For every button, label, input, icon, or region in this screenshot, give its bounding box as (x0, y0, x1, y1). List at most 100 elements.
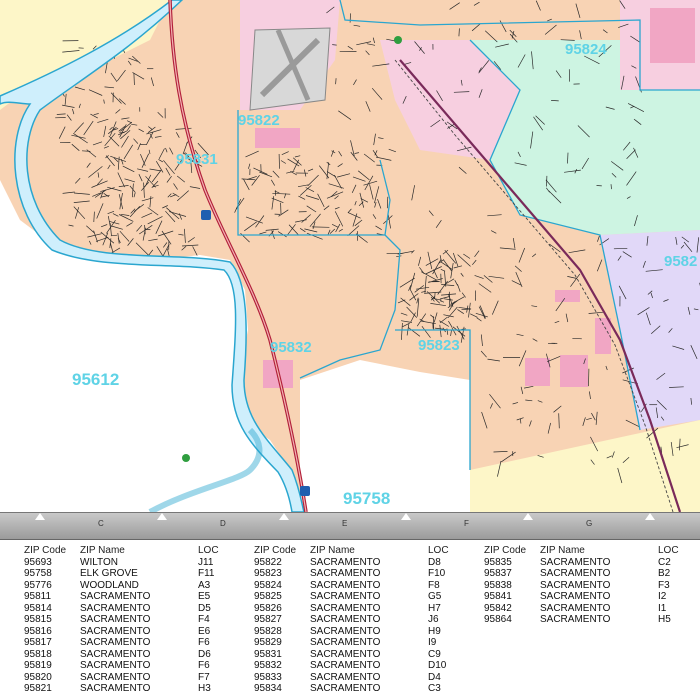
cell-name: SACRAMENTO (80, 591, 151, 602)
cell-name: SACRAMENTO (310, 591, 381, 602)
cell-loc: C3 (428, 683, 441, 694)
route-shield-1 (394, 36, 402, 44)
cell-name: SACRAMENTO (540, 556, 611, 568)
header-zip: ZIP Code (24, 545, 67, 556)
zip-label-95831: 95831 (176, 151, 218, 168)
ruler-letter-e: E (342, 519, 348, 528)
cell-zip: 95832 (254, 660, 282, 671)
cell-name: ELK GROVE (80, 568, 138, 579)
street-segment (332, 44, 337, 46)
cell-name: SACRAMENTO (310, 671, 381, 683)
cell-loc: D10 (428, 660, 447, 671)
cell-loc: I2 (658, 591, 667, 602)
street-segment (386, 196, 389, 209)
route-shield-2 (182, 454, 190, 462)
cell-name: SACRAMENTO (540, 614, 611, 625)
zip-label-95832: 95832 (270, 339, 312, 356)
ruler-tick (35, 513, 45, 520)
street-segment (458, 28, 460, 37)
header-zip: ZIP Code (484, 545, 527, 556)
ruler-letter-g: G (586, 519, 593, 528)
cell-loc: D4 (428, 671, 441, 683)
ruler-tick (645, 513, 655, 520)
facility-block-1 (255, 128, 300, 148)
cell-name: SACRAMENTO (80, 671, 151, 683)
cell-zip: 95814 (24, 602, 52, 614)
zip-index-table: ZIP Code ZIP Name LOC 95693 WILTON J11 95758 EL… (0, 545, 700, 700)
cell-zip: 95758 (24, 568, 52, 579)
cell-zip: 95817 (24, 637, 52, 648)
cell-zip: 95825 (254, 591, 282, 602)
header-loc: LOC (658, 545, 679, 556)
cell-name: SACRAMENTO (310, 556, 381, 568)
ruler-tick (523, 513, 533, 520)
cell-zip: 95837 (484, 568, 512, 579)
cell-name: SACRAMENTO (80, 660, 151, 671)
zip-label-95822: 95822 (238, 112, 280, 129)
header-zip: ZIP Code (254, 545, 297, 556)
ruler-letter-d: D (220, 519, 226, 528)
header-loc: LOC (198, 545, 219, 556)
cell-zip: 95821 (24, 683, 52, 694)
cell-loc: B2 (658, 568, 671, 579)
cell-zip: 95829 (254, 637, 282, 648)
cell-loc: D8 (428, 556, 441, 568)
cell-loc: D6 (198, 648, 211, 660)
grid-column-ruler: C D E F G (0, 512, 700, 540)
cell-loc: J11 (198, 556, 214, 568)
cell-name: WOODLAND (80, 579, 139, 591)
ruler-letter-f: F (464, 519, 469, 528)
cell-zip: 95827 (254, 614, 282, 625)
cell-zip: 95828 (254, 625, 282, 637)
zip-label-95612: 95612 (72, 370, 119, 389)
zip-label-9582-partial: 9582 (664, 253, 697, 270)
street-segment (613, 247, 628, 250)
cell-loc: F6 (198, 660, 210, 671)
map-canvas[interactable]: 95824 95822 95831 95612 95832 95823 9575… (0, 0, 700, 512)
cell-loc: F11 (198, 568, 215, 579)
cell-name: SACRAMENTO (540, 568, 611, 579)
street-segment (572, 337, 582, 340)
interstate-shield-2 (300, 486, 310, 496)
facility-block-4 (525, 358, 550, 386)
cell-loc: F4 (198, 614, 210, 625)
street-segment (434, 292, 436, 300)
cell-zip: 95834 (254, 683, 282, 694)
header-loc: LOC (428, 545, 449, 556)
ruler-letter-c: C (98, 519, 104, 528)
cell-loc: E5 (198, 591, 211, 602)
cell-zip: 95823 (254, 568, 282, 579)
cell-loc: J6 (428, 614, 439, 625)
cell-zip: 95841 (484, 591, 512, 602)
ruler-tick (157, 513, 167, 520)
cell-zip: 95693 (24, 556, 52, 568)
cell-loc: F6 (198, 637, 210, 648)
cell-name: SACRAMENTO (310, 579, 381, 591)
cell-zip: 95819 (24, 660, 52, 671)
cell-name: SACRAMENTO (310, 625, 381, 637)
cell-zip: 95776 (24, 579, 52, 591)
cell-name: SACRAMENTO (80, 614, 151, 625)
facility-block-3 (560, 355, 588, 387)
cell-zip: 95818 (24, 648, 52, 660)
cell-loc: D5 (198, 602, 211, 614)
cell-zip: 95833 (254, 671, 282, 683)
ruler-tick (279, 513, 289, 520)
cell-name: SACRAMENTO (310, 602, 381, 614)
ruler-tick (401, 513, 411, 520)
cell-loc: F8 (428, 579, 440, 591)
header-name: ZIP Name (540, 545, 585, 556)
street-segment (567, 152, 569, 164)
cell-zip: 95822 (254, 556, 282, 568)
cell-zip: 95824 (254, 579, 282, 591)
street-segment (335, 78, 337, 85)
cell-loc: H3 (198, 683, 211, 694)
street-segment (520, 418, 522, 424)
cell-loc: I1 (658, 602, 667, 614)
cell-name: SACRAMENTO (310, 648, 381, 660)
street-segment (610, 184, 612, 190)
street-segment (133, 73, 135, 86)
cell-zip: 95820 (24, 671, 52, 683)
cell-zip: 95838 (484, 579, 512, 591)
zip-code-map[interactable]: 95824 95822 95831 95612 95832 95823 9575… (0, 0, 700, 512)
